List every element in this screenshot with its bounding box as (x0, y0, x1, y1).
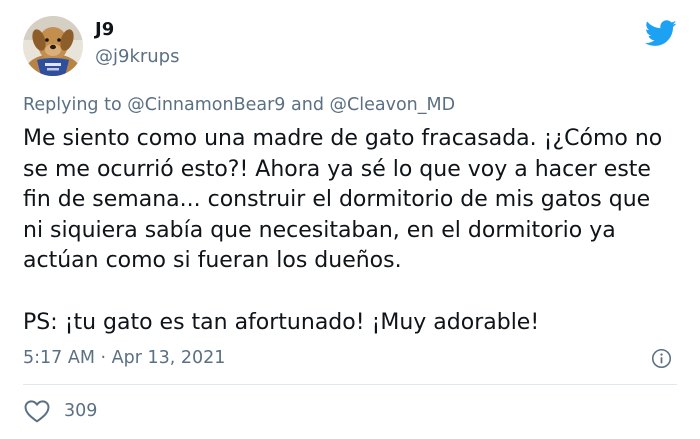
tweet-card: J9 @j9krups Replying to @CinnamonBear9 a… (0, 0, 700, 439)
mention-link-cinnamonbear9[interactable]: @CinnamonBear9 (127, 95, 285, 115)
info-icon[interactable] (651, 348, 672, 369)
tweet-text: Me siento como una madre de gato fracasa… (23, 124, 663, 338)
mention-link-cleavon-md[interactable]: @Cleavon_MD (330, 95, 456, 115)
like-count: 309 (64, 401, 98, 421)
avatar[interactable] (23, 16, 83, 76)
tweet-paragraph-1: Me siento como una madre de gato fracasa… (23, 126, 663, 274)
display-name[interactable]: J9 (95, 19, 114, 41)
replying-to-label: Replying to (23, 95, 122, 115)
divider (23, 384, 677, 385)
heart-icon[interactable] (23, 399, 51, 423)
replying-to-line: Replying to @CinnamonBear9 and @Cleavon_… (23, 94, 455, 116)
twitter-bird-icon[interactable] (645, 20, 677, 47)
tweet-paragraph-2: PS: ¡tu gato es tan afortunado! ¡Muy ado… (23, 309, 540, 335)
replying-to-conjunction: and (291, 95, 324, 115)
user-handle[interactable]: @j9krups (95, 46, 180, 68)
dog-avatar-icon (23, 16, 83, 76)
tweet-timestamp[interactable]: 5:17 AM · Apr 13, 2021 (23, 347, 225, 369)
